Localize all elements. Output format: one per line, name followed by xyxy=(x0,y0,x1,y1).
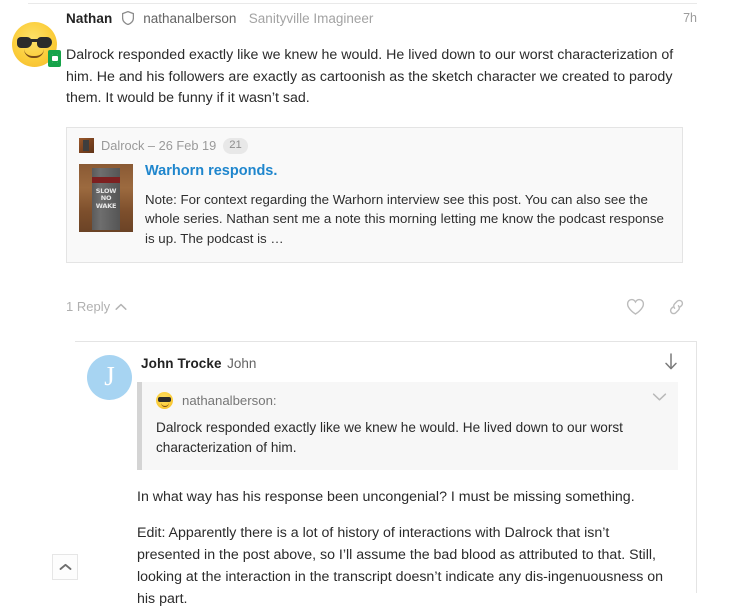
post-timestamp[interactable]: 7h xyxy=(683,11,697,25)
chevron-up-icon xyxy=(115,303,127,311)
onebox-link-card[interactable]: Dalrock – 26 Feb 19 21 SLOW NO WAKE Warh… xyxy=(66,126,683,263)
author-title: Sanityville Imagineer xyxy=(248,11,374,26)
sunglasses-emoji-mini-avatar-icon xyxy=(156,392,173,409)
post-paragraph: Edit: Apparently there is a lot of histo… xyxy=(137,525,664,607)
post-header: J John Trocke John xyxy=(75,342,696,400)
smile-icon xyxy=(24,49,44,58)
back-to-top-button[interactable] xyxy=(52,554,78,580)
shield-icon xyxy=(121,11,134,25)
quoted-post: nathanalberson: Dalrock responded exactl… xyxy=(137,382,678,470)
thumbnail-sign-text: SLOW NO WAKE xyxy=(95,186,117,210)
author-handle[interactable]: John xyxy=(227,356,256,371)
post-john-trocke: J John Trocke John nathanalberson: Dalro… xyxy=(75,341,697,607)
avatar[interactable] xyxy=(12,22,61,67)
slow-no-wake-sign-thumbnail-icon: SLOW NO WAKE xyxy=(79,163,133,232)
onebox-title-link[interactable]: Warhorn responds. xyxy=(79,162,670,181)
link-icon[interactable] xyxy=(667,298,686,316)
topic-divider xyxy=(28,3,697,4)
post-nathan: Nathan nathanalberson Sanityville Imagin… xyxy=(0,10,697,263)
green-id-badge-icon xyxy=(48,50,61,67)
quote-text: Dalrock responded exactly like we knew h… xyxy=(156,420,623,455)
author-name[interactable]: John Trocke xyxy=(141,356,222,371)
chevron-up-icon xyxy=(59,563,72,571)
arrow-down-icon[interactable] xyxy=(663,352,679,371)
replies-count-label: 1 Reply xyxy=(66,299,111,314)
post-paragraph: Dalrock responded exactly like we knew h… xyxy=(66,47,674,106)
dalrock-favicon-icon xyxy=(79,138,94,153)
author-handle[interactable]: nathanalberson xyxy=(143,11,236,26)
onebox-header: Dalrock – 26 Feb 19 21 xyxy=(79,137,670,154)
heart-icon[interactable] xyxy=(626,298,645,316)
onebox-body: SLOW NO WAKE Warhorn responds. Note: For… xyxy=(79,162,670,249)
post-body: Dalrock responded exactly like we knew h… xyxy=(0,45,697,110)
sunglasses-icon xyxy=(17,37,52,48)
avatar[interactable]: J xyxy=(87,355,132,400)
post-body: In what way has his response been uncong… xyxy=(137,486,672,610)
quote-author[interactable]: nathanalberson: xyxy=(182,393,277,408)
post-header: Nathan nathanalberson Sanityville Imagin… xyxy=(0,10,697,67)
post-paragraph: In what way has his response been uncong… xyxy=(137,489,635,505)
chevron-down-icon[interactable] xyxy=(652,392,667,402)
post-actions: 1 Reply xyxy=(66,298,686,322)
quote-header: nathanalberson: xyxy=(156,392,667,409)
post-action-icons xyxy=(626,298,686,316)
onebox-count-badge: 21 xyxy=(223,137,248,154)
onebox-description: Note: For context regarding the Warhorn … xyxy=(145,191,664,246)
author-name[interactable]: Nathan xyxy=(66,11,112,26)
replies-toggle-button[interactable]: 1 Reply xyxy=(66,299,127,314)
onebox-source: Dalrock – 26 Feb 19 xyxy=(101,138,217,153)
